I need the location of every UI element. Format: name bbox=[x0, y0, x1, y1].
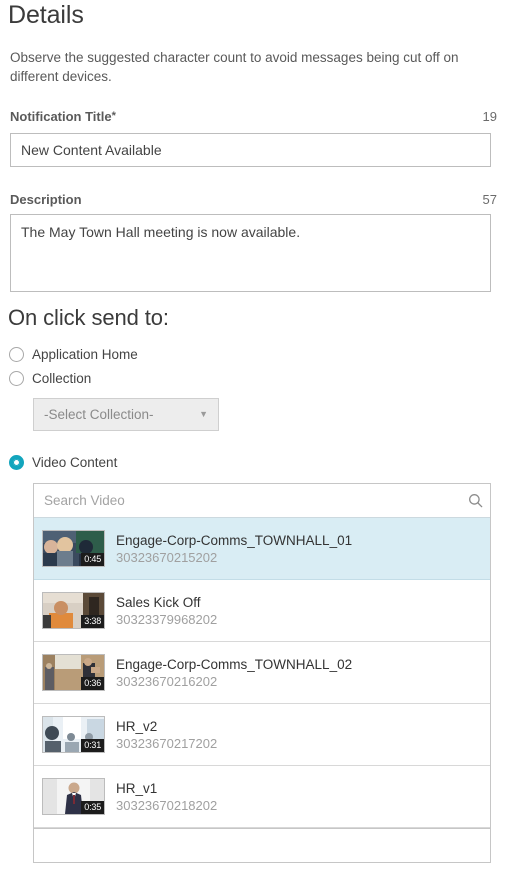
radio-collection-indicator[interactable] bbox=[9, 370, 24, 386]
notification-title-input[interactable] bbox=[10, 133, 491, 167]
search-input[interactable] bbox=[34, 484, 460, 517]
intro-description: Observe the suggested character count to… bbox=[10, 50, 459, 84]
collection-select-value: -Select Collection- bbox=[44, 407, 154, 422]
radio-application-home[interactable]: Application Home bbox=[9, 345, 138, 363]
video-id: 30323379968202 bbox=[116, 611, 218, 627]
page-title: Details bbox=[8, 1, 84, 29]
video-id: 30323670215202 bbox=[116, 549, 218, 565]
video-id: 30323670218202 bbox=[116, 797, 218, 813]
description-label: Description bbox=[10, 192, 82, 207]
video-list-item[interactable]: 0:45 Engage-Corp-Comms_TOWNHALL_01 30323… bbox=[34, 518, 490, 580]
radio-application-home-label: Application Home bbox=[32, 346, 138, 362]
video-thumbnail: 3:38 bbox=[42, 592, 105, 629]
video-list-item[interactable]: 3:38 Sales Kick Off 30323379968202 bbox=[34, 580, 490, 642]
video-list: 0:45 Engage-Corp-Comms_TOWNHALL_01 30323… bbox=[34, 518, 490, 828]
video-search-row bbox=[34, 484, 490, 518]
video-thumbnail: 0:45 bbox=[42, 530, 105, 567]
radio-video-content[interactable]: Video Content bbox=[9, 453, 117, 471]
video-duration: 0:36 bbox=[81, 677, 104, 690]
notification-title-label: Notification Title* bbox=[10, 109, 116, 124]
video-meta: Engage-Corp-Comms_TOWNHALL_01 3032367021… bbox=[116, 532, 352, 566]
radio-video-content-indicator[interactable] bbox=[9, 454, 24, 470]
video-title: Sales Kick Off bbox=[116, 594, 201, 610]
video-title: HR_v1 bbox=[116, 780, 158, 796]
video-id: 30323670216202 bbox=[116, 673, 218, 689]
video-duration: 0:35 bbox=[81, 801, 104, 814]
video-title: HR_v2 bbox=[116, 718, 158, 734]
video-meta: Sales Kick Off 30323379968202 bbox=[116, 594, 217, 628]
notification-title-char-count: 19 bbox=[482, 109, 497, 124]
video-thumbnail: 0:35 bbox=[42, 778, 105, 815]
video-id: 30323670217202 bbox=[116, 735, 218, 751]
video-list-footer bbox=[34, 828, 490, 862]
on-click-send-to-heading: On click send to: bbox=[8, 305, 169, 330]
video-meta: HR_v1 30323670218202 bbox=[116, 780, 217, 814]
video-meta: HR_v2 30323670217202 bbox=[116, 718, 217, 752]
video-duration: 3:38 bbox=[81, 615, 104, 628]
description-textarea[interactable] bbox=[10, 214, 491, 292]
radio-video-content-label: Video Content bbox=[32, 454, 118, 470]
radio-collection-label: Collection bbox=[32, 370, 92, 386]
details-panel: Details Observe the suggested character … bbox=[0, 0, 507, 879]
video-picker-panel: 0:45 Engage-Corp-Comms_TOWNHALL_01 30323… bbox=[33, 483, 491, 863]
notification-title-label-text: Notification Title bbox=[10, 109, 112, 124]
radio-collection[interactable]: Collection bbox=[9, 369, 91, 387]
collection-select[interactable]: -Select Collection- ▼ bbox=[33, 398, 219, 431]
required-marker: * bbox=[111, 110, 116, 122]
video-duration: 0:31 bbox=[81, 739, 104, 752]
radio-application-home-indicator[interactable] bbox=[9, 346, 24, 362]
video-title: Engage-Corp-Comms_TOWNHALL_02 bbox=[116, 656, 353, 672]
video-list-item[interactable]: 0:36 Engage-Corp-Comms_TOWNHALL_02 30323… bbox=[34, 642, 490, 704]
search-icon[interactable] bbox=[460, 485, 490, 517]
chevron-down-icon: ▼ bbox=[199, 409, 208, 419]
video-thumbnail: 0:36 bbox=[42, 654, 105, 691]
video-list-item[interactable]: 0:31 HR_v2 30323670217202 bbox=[34, 704, 490, 766]
video-thumbnail: 0:31 bbox=[42, 716, 105, 753]
video-list-item[interactable]: 0:35 HR_v1 30323670218202 bbox=[34, 766, 490, 828]
video-title: Engage-Corp-Comms_TOWNHALL_01 bbox=[116, 532, 353, 548]
video-duration: 0:45 bbox=[81, 553, 104, 566]
description-char-count: 57 bbox=[482, 192, 497, 207]
video-meta: Engage-Corp-Comms_TOWNHALL_02 3032367021… bbox=[116, 656, 352, 690]
